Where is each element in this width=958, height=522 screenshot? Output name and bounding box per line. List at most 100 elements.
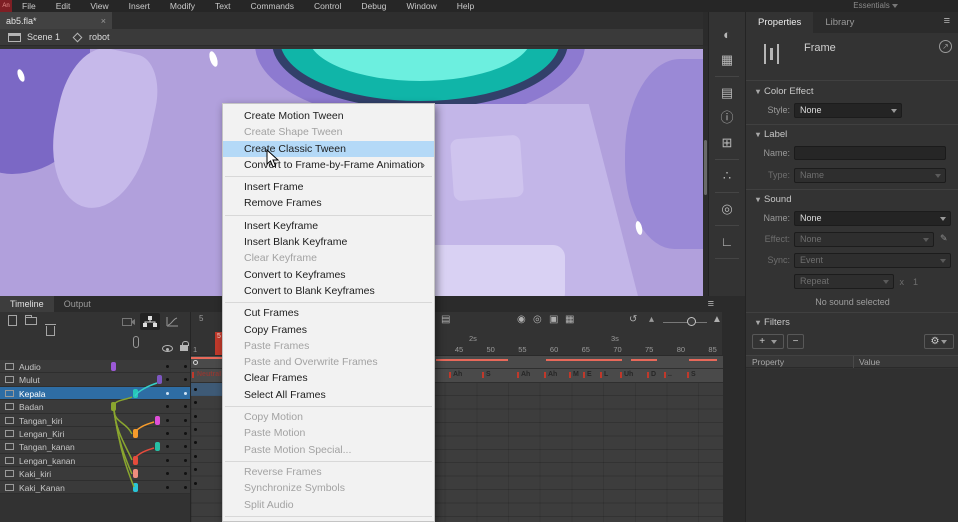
edit-envelope-pencil-icon[interactable]: ✎ [940,233,948,244]
lock-dot[interactable] [184,392,187,395]
parent-tag[interactable] [111,362,116,371]
layer-tangan-kanan[interactable]: Tangan_kanan [0,440,190,453]
context-item-clear-keyframe[interactable]: Clear Keyframe [223,250,434,266]
loop-icon[interactable]: ↺ [629,314,637,325]
panel-menu-icon[interactable]: ≡ [944,15,950,27]
visibility-dot[interactable] [166,405,169,408]
workspace-switcher[interactable]: Essentials [853,0,898,12]
graph-editor-icon[interactable] [166,316,179,327]
zoom-out-frames-icon[interactable]: ▴ [649,314,654,325]
menu-text[interactable]: Text [205,0,241,12]
scrollbar-thumb[interactable] [704,140,707,195]
context-item-cut-frames[interactable]: Cut Frames [223,305,434,321]
document-tab[interactable]: ab5.fla* × [0,12,112,29]
context-item-insert-frame[interactable]: Insert Frame [223,179,434,195]
context-item-copy-frames[interactable]: Copy Frames [223,322,434,338]
context-item-create-motion-tween[interactable]: Create Motion Tween [223,108,434,124]
parent-tag[interactable] [155,442,160,451]
frame-cell-badan[interactable] [191,396,223,409]
lock-icon[interactable] [180,345,188,351]
lock-dot[interactable] [184,432,187,435]
context-item-copy-motion[interactable]: Copy Motion [223,409,434,425]
section-sound[interactable]: ▾Sound [756,194,792,205]
filter-options-button[interactable]: ⚙ [924,334,954,349]
parent-tag[interactable] [111,402,116,411]
layer-kepala[interactable]: Kepala [0,387,190,400]
menu-window[interactable]: Window [396,0,446,12]
visibility-dot[interactable] [166,365,169,368]
layer-mulut[interactable]: Mulut [0,373,190,386]
context-item-create-classic-tween[interactable]: Create Classic Tween [223,141,434,157]
dock-info-icon[interactable]: ⓘ [716,109,738,127]
layer-kaki-kanan[interactable]: Kaki_Kanan [0,481,190,494]
sound-name-dropdown[interactable]: None [794,211,951,226]
parent-tag[interactable] [133,389,138,398]
parent-tag[interactable] [133,469,138,478]
menu-control[interactable]: Control [304,0,351,12]
visibility-dot[interactable] [166,432,169,435]
new-layer-icon[interactable] [8,315,17,326]
style-dropdown[interactable]: None [794,103,902,118]
layer-audio[interactable]: Audio [0,360,190,373]
visibility-dot[interactable] [166,392,169,395]
close-icon[interactable]: × [101,16,106,26]
menu-file[interactable]: File [12,0,46,12]
context-item-create-shape-tween[interactable]: Create Shape Tween [223,124,434,140]
menu-debug[interactable]: Debug [351,0,396,12]
visibility-dot[interactable] [166,419,169,422]
export-frame-icon[interactable]: ▤ [441,314,450,325]
menu-modify[interactable]: Modify [160,0,205,12]
onion-skin-icon[interactable]: ◉ [517,314,526,325]
visibility-dot[interactable] [166,472,169,475]
camera-icon[interactable] [122,317,136,327]
context-item-convert-to-keyframes[interactable]: Convert to Keyframes [223,267,434,283]
frame-cell-kaki-kiri[interactable] [191,463,223,476]
frame-cell-kaki-kanan[interactable] [191,477,223,490]
lock-dot[interactable] [184,405,187,408]
menu-commands[interactable]: Commands [241,0,304,12]
context-item-paste-motion[interactable]: Paste Motion [223,425,434,441]
context-item-convert-to-blank-keyframes[interactable]: Convert to Blank Keyframes [223,283,434,299]
visibility-dot[interactable] [166,459,169,462]
frame-cell-audio[interactable] [191,356,223,369]
context-item-paste-frames[interactable]: Paste Frames [223,338,434,354]
frame-cell-lengan-kanan[interactable] [191,450,223,463]
context-item-convert-to-frame-by-frame-animation[interactable]: Convert to Frame-by-Frame Animation› [223,157,434,173]
visibility-dot[interactable] [166,486,169,489]
context-item-synchronize-symbols[interactable]: Synchronize Symbols [223,480,434,496]
lock-dot[interactable] [184,459,187,462]
tab-output[interactable]: Output [54,296,101,312]
layer-lengan-kanan[interactable]: Lengan_kanan [0,454,190,467]
dock-cc-libraries-icon[interactable]: ◎ [716,200,738,218]
dock-transform-icon[interactable]: ⊞ [716,134,738,152]
context-item-clear-frames[interactable]: Clear Frames [223,370,434,386]
section-filters[interactable]: ▾Filters [756,317,790,328]
frame-cell-tangan-kiri[interactable] [191,410,223,423]
frame-cell-lengan-kiri[interactable] [191,423,223,436]
lock-dot[interactable] [184,419,187,422]
breadcrumb-symbol[interactable]: robot [89,32,110,42]
lock-dot[interactable] [184,445,187,448]
zoom-in-frames-icon[interactable]: ▲ [712,314,722,325]
new-folder-icon[interactable] [25,317,37,325]
repeat-times-value[interactable]: 1 [888,277,918,287]
layer-badan[interactable]: Badan [0,400,190,413]
tab-properties[interactable]: Properties [746,12,813,33]
frame-cell-kepala[interactable] [191,383,223,396]
parent-tag[interactable] [133,483,138,492]
menu-edit[interactable]: Edit [46,0,81,12]
frame-cell-tangan-kanan[interactable] [191,436,223,449]
section-label[interactable]: ▾Label [756,129,787,140]
slider-knob[interactable] [687,317,696,326]
context-item-insert-blank-keyframe[interactable]: Insert Blank Keyframe [223,234,434,250]
lock-dot[interactable] [184,472,187,475]
parent-tag[interactable] [133,429,138,438]
frame-cell-mulut[interactable]: Neutral [191,369,223,382]
parenting-view-button[interactable] [140,313,160,330]
breadcrumb-scene[interactable]: Scene 1 [27,32,60,42]
visibility-dot[interactable] [166,445,169,448]
help-link-icon[interactable]: ↗ [939,40,952,53]
lock-dot[interactable] [184,378,187,381]
section-color-effect[interactable]: ▾Color Effect [756,86,813,97]
edit-multiple-frames-icon[interactable]: ▣ [549,314,558,325]
